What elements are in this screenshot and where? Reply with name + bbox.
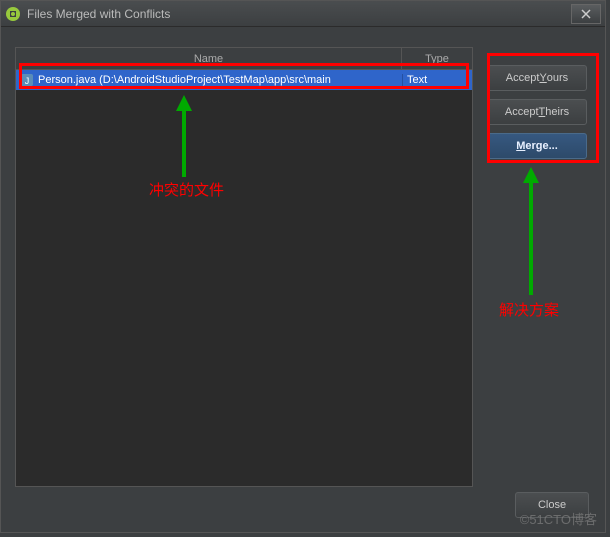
file-name: Person.java (D:\AndroidStudioProject\Tes… xyxy=(38,74,331,86)
watermark: ©51CTO博客 xyxy=(520,509,597,528)
btn-text: Accept xyxy=(505,106,539,118)
btn-mnemonic: M xyxy=(516,140,525,152)
action-buttons: Accept Yours Accept Theirs Merge... xyxy=(483,47,591,487)
window-title: Files Merged with Conflicts xyxy=(27,7,569,21)
col-header-name: Name xyxy=(16,48,402,69)
dialog-body: Name Type J Person.java (D:\AndroidStudi… xyxy=(1,27,605,487)
btn-text: erge... xyxy=(525,140,557,152)
svg-text:J: J xyxy=(25,76,30,86)
java-file-icon: J xyxy=(20,73,34,87)
btn-text: ours xyxy=(547,72,568,84)
table-row[interactable]: J Person.java (D:\AndroidStudioProject\T… xyxy=(16,70,472,90)
file-type: Text xyxy=(402,74,472,86)
merge-button[interactable]: Merge... xyxy=(487,133,587,159)
col-header-type: Type xyxy=(402,48,472,69)
btn-mnemonic: Y xyxy=(539,72,546,84)
titlebar: Files Merged with Conflicts xyxy=(1,1,605,27)
app-icon xyxy=(5,6,21,22)
btn-text: heirs xyxy=(545,106,569,118)
accept-theirs-button[interactable]: Accept Theirs xyxy=(487,99,587,125)
list-header: Name Type xyxy=(16,48,472,70)
btn-mnemonic: T xyxy=(539,106,546,118)
btn-text: Accept xyxy=(506,72,540,84)
accept-yours-button[interactable]: Accept Yours xyxy=(487,65,587,91)
file-list: Name Type J Person.java (D:\AndroidStudi… xyxy=(15,47,473,487)
close-window-button[interactable] xyxy=(571,4,601,24)
dialog: Files Merged with Conflicts Name Type J … xyxy=(0,0,606,533)
